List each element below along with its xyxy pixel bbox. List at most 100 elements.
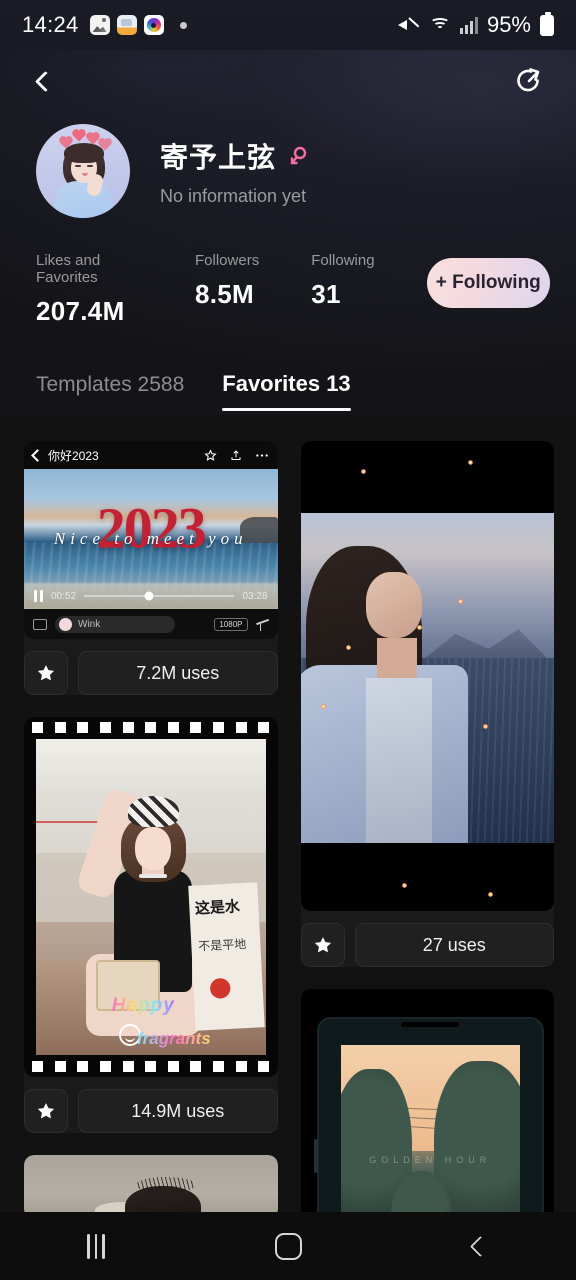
battery-icon: [540, 11, 554, 36]
video-header-bar: 你好2023: [24, 441, 278, 469]
grid-column-right: 27 uses GOLDEN HOUR: [300, 441, 554, 1212]
sign-text-primary: 这是水: [194, 898, 241, 918]
mute-icon: [397, 16, 420, 34]
stat-label: Following: [311, 252, 375, 269]
back-button[interactable]: [26, 62, 64, 100]
favorite-button[interactable]: [24, 1089, 68, 1133]
stat-following[interactable]: Following 31: [311, 252, 374, 310]
video-year-text: 2023: [96, 495, 207, 561]
stat-likes-and-favorites[interactable]: Likes and Favorites 207.4M: [36, 252, 143, 327]
home-button[interactable]: [192, 1232, 384, 1260]
uses-count[interactable]: 27 uses: [354, 923, 554, 967]
template-card-partial[interactable]: [24, 1155, 278, 1212]
video-thumbnail[interactable]: 你好2023 2023 Nice to meet you 00:52 03:28…: [24, 441, 278, 639]
profile-name: 寄予上弦: [160, 141, 277, 173]
video-controls[interactable]: 00:52 03:28: [24, 583, 278, 609]
template-card-sunset-trees[interactable]: GOLDEN HOUR: [300, 989, 554, 1212]
partial-thumbnail[interactable]: [24, 1155, 278, 1212]
stat-value: 31: [311, 279, 341, 309]
document-notification-icon: [116, 15, 137, 35]
star-filled-icon: [37, 665, 55, 681]
profile-name-row: 寄予上弦: [160, 136, 310, 176]
film-perforations-bottom: [32, 1061, 270, 1072]
tab-templates[interactable]: Templates 2588: [36, 373, 184, 411]
avatar-hearts-decoration: [58, 130, 111, 152]
video-progress-track[interactable]: [84, 591, 235, 601]
recent-apps-icon: [87, 1233, 105, 1259]
template-card-portrait-sea[interactable]: 27 uses: [300, 441, 554, 967]
film-perforations-top: [32, 722, 270, 733]
uses-count[interactable]: 14.9M uses: [78, 1089, 278, 1133]
video-subtitle-text: Nice to meet you: [53, 529, 248, 548]
sunset-caption: GOLDEN HOUR: [369, 1154, 492, 1165]
share-up-icon: [231, 450, 240, 460]
status-bar-system-icons: 95%: [397, 11, 554, 38]
overlay-text-happy: Happy: [111, 995, 175, 1017]
cut-tool-icon[interactable]: [256, 618, 269, 631]
star-filled-icon: [314, 937, 331, 953]
more-dots-icon: [255, 453, 268, 457]
share-button[interactable]: [510, 61, 550, 101]
filmstrip-photo: 这是水 不是平地 Happy fragrants: [36, 739, 266, 1055]
recent-apps-button[interactable]: [0, 1233, 192, 1259]
avatar[interactable]: [36, 124, 130, 218]
favorite-button[interactable]: [300, 923, 345, 967]
overlay-text-fragrants: fragrants: [136, 1028, 211, 1048]
filmstrip-thumbnail[interactable]: 这是水 不是平地 Happy fragrants: [24, 717, 278, 1077]
stats-row: Likes and Favorites 207.4M Followers 8.5…: [0, 218, 576, 327]
video-header-icons: [203, 448, 269, 462]
template-card-filmstrip[interactable]: 这是水 不是平地 Happy fragrants 14.9M uses: [24, 717, 278, 1133]
star-filled-icon: [37, 1103, 55, 1119]
card-actions: 7.2M uses: [24, 651, 278, 695]
content-grid: 你好2023 2023 Nice to meet you 00:52 03:28…: [0, 415, 576, 1212]
profile-tabs: Templates 2588 Favorites 13: [0, 327, 576, 411]
signal-icon: [459, 16, 478, 34]
system-back-button[interactable]: [384, 1235, 576, 1257]
stat-label: Likes and Favorites: [36, 252, 101, 286]
profile-bio: No information yet: [160, 185, 307, 206]
app-watermark-chip[interactable]: Wink: [55, 615, 175, 633]
share-icon: [517, 68, 540, 92]
stat-value: 207.4M: [36, 296, 125, 326]
template-card-video-2023[interactable]: 你好2023 2023 Nice to meet you 00:52 03:28…: [24, 441, 278, 695]
video-time-total: 03:28: [242, 590, 268, 602]
card-actions: 14.9M uses: [24, 1089, 278, 1133]
wifi-icon: [429, 16, 451, 34]
home-icon: [274, 1232, 302, 1260]
card-actions: 27 uses: [300, 923, 554, 967]
video-frame: 2023 Nice to meet you 00:52 03:28: [24, 469, 278, 609]
tab-favorites[interactable]: Favorites 13: [222, 371, 352, 411]
back-icon: [469, 1235, 491, 1257]
stat-followers[interactable]: Followers 8.5M: [195, 252, 259, 310]
page-scroll-area[interactable]: 寄予上弦 No information yet Likes and Favori…: [0, 50, 576, 1212]
video-progress-knob[interactable]: [144, 591, 154, 601]
video-title: 你好2023: [48, 448, 99, 463]
uses-count[interactable]: 7.2M uses: [78, 651, 278, 695]
tab-label: Favorites 13: [222, 371, 351, 396]
image-notification-icon: [89, 15, 110, 35]
quality-badge[interactable]: 1080P: [214, 617, 248, 631]
dot-indicator: [179, 21, 187, 29]
app-screen: 14:24 95% 寄予上弦 No information yet Likes …: [0, 0, 576, 1280]
pause-icon[interactable]: [34, 590, 43, 602]
tab-label: Templates 2588: [36, 373, 185, 396]
system-navigation-bar: [0, 1212, 576, 1280]
profile-header: 寄予上弦 No information yet Likes and Favori…: [0, 50, 576, 415]
status-bar-time: 14:24: [22, 12, 79, 37]
sunset-photo: GOLDEN HOUR: [340, 1045, 520, 1212]
following-button[interactable]: + Following: [426, 258, 550, 308]
sunset-thumbnail[interactable]: GOLDEN HOUR: [300, 989, 554, 1212]
camera-notification-icon: [143, 15, 164, 35]
portrait-thumbnail[interactable]: [300, 441, 554, 911]
favorite-button[interactable]: [24, 651, 68, 695]
top-navigation-bar: [0, 50, 576, 112]
photo-sign: 这是水 不是平地: [188, 882, 265, 1032]
profile-info: 寄予上弦 No information yet: [160, 136, 310, 207]
portrait-photo: [300, 513, 554, 843]
keyboard-icon[interactable]: [33, 618, 47, 630]
back-chevron-icon: [34, 70, 56, 92]
star-outline-icon: [203, 448, 217, 461]
video-toolbar: Wink 1080P: [24, 609, 278, 639]
sign-text-secondary: 不是平地: [198, 937, 247, 955]
device-mockup-frame: GOLDEN HOUR: [313, 1017, 544, 1212]
